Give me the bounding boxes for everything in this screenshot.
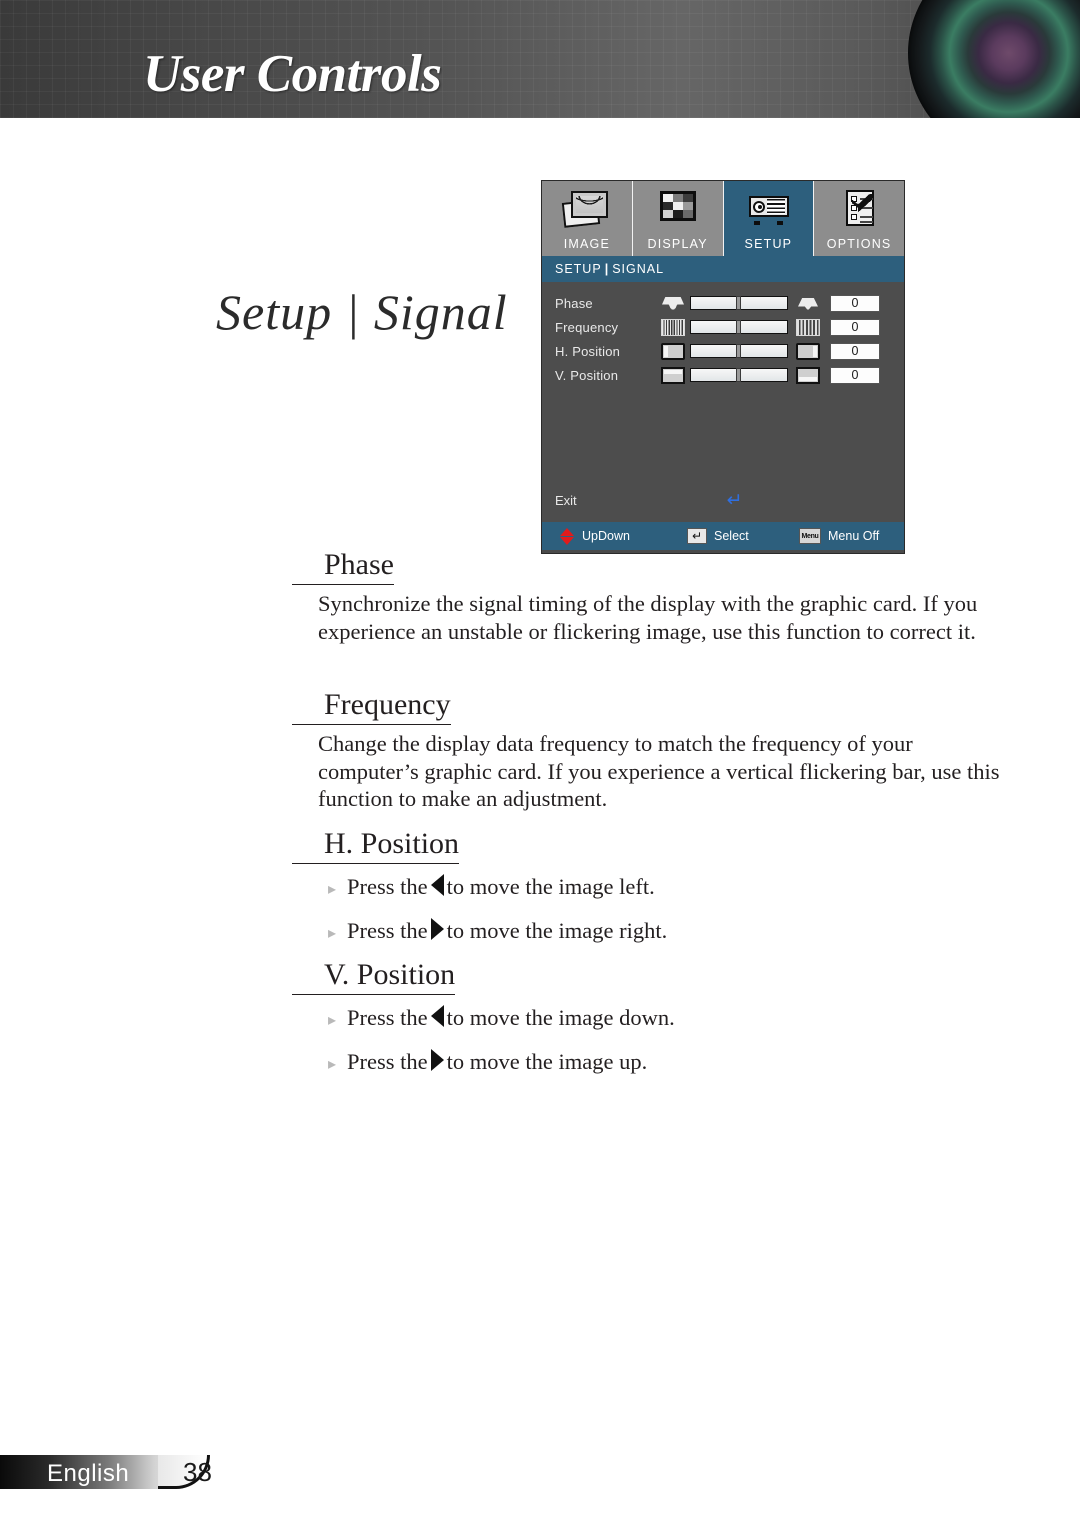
osd-footer-select-label: Select	[714, 529, 749, 543]
v-shift-up-icon	[661, 366, 685, 384]
section-body-phase: Synchronize the signal timing of the dis…	[318, 591, 978, 644]
osd-row-phase[interactable]: Phase 0	[542, 291, 904, 315]
osd-tab-image[interactable]: IMAGE	[542, 181, 633, 256]
bullet-triangle-icon: ▸	[328, 1054, 337, 1073]
section-heading-phase: Phase	[292, 548, 394, 585]
bullet-triangle-icon: ▸	[328, 923, 337, 942]
osd-footer-menu-off[interactable]: Menu Menu Off	[799, 528, 879, 544]
list-item: ▸ Press the to move the image left.	[328, 872, 1028, 900]
h-shift-left-icon	[661, 342, 685, 360]
image-icon	[562, 190, 610, 228]
v-position-value[interactable]: 0	[830, 366, 880, 384]
h-shift-right-icon	[796, 342, 820, 360]
right-arrow-key-icon	[430, 918, 444, 940]
setup-projector-icon	[745, 190, 792, 228]
osd-breadcrumb-child: SIGNAL	[612, 262, 665, 276]
page-footer: English 38	[0, 1455, 1080, 1497]
list-item: ▸ Press the to move the image down.	[328, 1003, 1028, 1031]
bullet-post-text: to move the image left.	[446, 874, 655, 899]
up-down-arrows-icon	[560, 527, 574, 545]
bullet-pre-text: Press the	[347, 874, 428, 899]
osd-row-h-position[interactable]: H. Position 0	[542, 339, 904, 363]
enter-key-icon: ↵	[687, 528, 707, 544]
page-header-banner: User Controls	[0, 0, 1080, 118]
footer-page-number: 38	[183, 1457, 212, 1487]
osd-row-frequency[interactable]: Frequency 0	[542, 315, 904, 339]
bullet-triangle-icon: ▸	[328, 1010, 337, 1029]
bullet-post-text: to move the image right.	[446, 918, 668, 943]
section-body-frequency: Change the display data frequency to mat…	[318, 731, 1000, 812]
fine-grid-icon	[661, 318, 685, 336]
display-icon	[654, 190, 701, 228]
osd-tab-bar: IMAGE DISPLAY SETUP OPTIONS	[542, 181, 904, 256]
osd-breadcrumb-parent: SETUP	[555, 262, 602, 276]
v-shift-down-icon	[796, 366, 820, 384]
osd-row-frequency-label: Frequency	[555, 319, 619, 335]
osd-exit-row[interactable]: Exit ↵	[555, 491, 893, 510]
bullet-post-text: to move the image down.	[446, 1005, 675, 1030]
osd-tab-image-label: IMAGE	[563, 237, 611, 251]
keystone-narrow-icon	[796, 295, 820, 312]
osd-footer-bar: UpDown ↵ Select Menu Menu Off	[542, 522, 904, 550]
osd-tab-options-label: OPTIONS	[826, 237, 892, 251]
osd-footer-updown[interactable]: UpDown	[542, 527, 687, 545]
page-title-banner-text: User Controls	[143, 45, 442, 103]
osd-footer-menu-off-label: Menu Off	[828, 529, 880, 543]
right-arrow-key-icon	[430, 1049, 444, 1071]
list-item: ▸ Press the to move the image up.	[328, 1047, 1028, 1075]
menu-key-icon: Menu	[799, 528, 821, 544]
coarse-grid-icon	[796, 318, 820, 336]
frequency-slider[interactable]	[690, 319, 788, 334]
osd-tab-display-label: DISPLAY	[647, 237, 708, 251]
osd-tab-display[interactable]: DISPLAY	[632, 181, 724, 256]
osd-row-v-position-label: V. Position	[555, 367, 619, 383]
osd-breadcrumb-separator: |	[604, 262, 610, 276]
bullet-list-h-position: ▸ Press the to move the image left. ▸ Pr…	[328, 872, 1028, 960]
left-arrow-key-icon	[430, 874, 444, 896]
phase-value[interactable]: 0	[830, 294, 880, 312]
keystone-icon	[661, 294, 685, 312]
osd-footer-select[interactable]: ↵ Select	[687, 528, 799, 544]
bullet-post-text: to move the image up.	[446, 1049, 648, 1074]
section-heading-h-position: H. Position	[292, 827, 460, 864]
camera-lens-icon	[908, 0, 1080, 118]
section-page-title: Setup | Signal	[216, 284, 508, 340]
bullet-pre-text: Press the	[347, 918, 428, 943]
osd-exit-label: Exit	[555, 493, 577, 508]
osd-footer-updown-label: UpDown	[582, 529, 630, 543]
list-item: ▸ Press the to move the image right.	[328, 916, 1028, 944]
osd-tab-options[interactable]: OPTIONS	[814, 181, 904, 256]
osd-menu-body: Phase 0 Frequency 0 H. Position 0 V. Pos…	[542, 282, 904, 522]
osd-breadcrumb: SETUP | SIGNAL	[542, 256, 904, 282]
bullet-pre-text: Press the	[347, 1005, 428, 1030]
frequency-value[interactable]: 0	[830, 318, 880, 336]
section-heading-frequency: Frequency	[292, 688, 451, 725]
options-checklist-icon	[836, 190, 883, 228]
left-arrow-key-icon	[430, 1005, 444, 1027]
v-position-slider[interactable]	[690, 367, 788, 382]
h-position-value[interactable]: 0	[830, 342, 880, 360]
bullet-list-v-position: ▸ Press the to move the image down. ▸ Pr…	[328, 1003, 1028, 1091]
osd-row-h-position-label: H. Position	[555, 343, 621, 359]
section-heading-v-position: V. Position	[292, 958, 456, 995]
osd-tab-setup[interactable]: SETUP	[723, 181, 815, 256]
phase-slider[interactable]	[690, 295, 788, 310]
osd-row-phase-label: Phase	[555, 295, 593, 311]
footer-language-label: English	[47, 1460, 130, 1487]
enter-arrow-icon: ↵	[726, 489, 743, 511]
h-position-slider[interactable]	[690, 343, 788, 358]
bullet-triangle-icon: ▸	[328, 879, 337, 898]
osd-row-v-position[interactable]: V. Position 0	[542, 363, 904, 387]
osd-tab-setup-label: SETUP	[744, 237, 793, 251]
osd-menu-screenshot: IMAGE DISPLAY SETUP OPTIONS SETUP | SIGN…	[541, 180, 905, 554]
bullet-pre-text: Press the	[347, 1049, 428, 1074]
